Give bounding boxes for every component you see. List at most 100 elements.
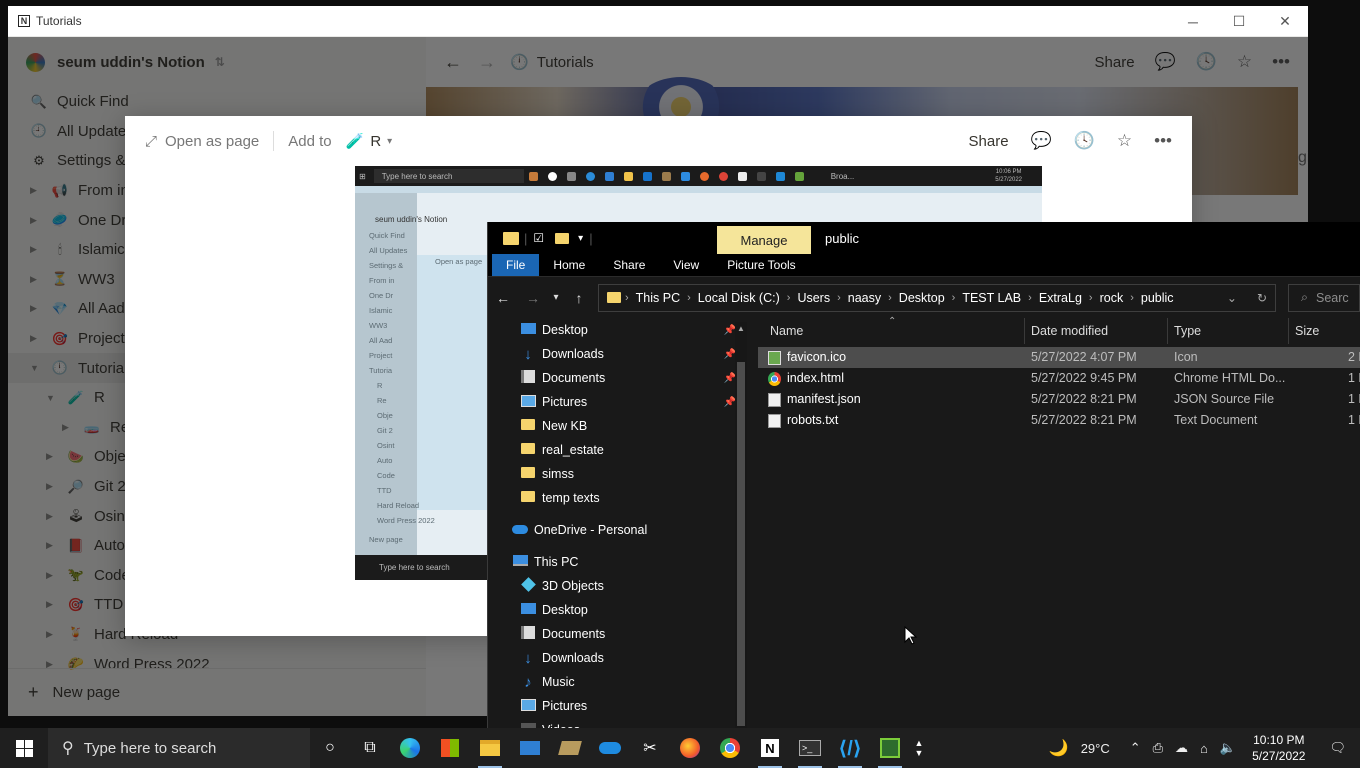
notification-icon[interactable]: 🗨 xyxy=(1315,740,1360,756)
new-page-button[interactable]: + New page xyxy=(8,668,426,716)
nav-item[interactable]: Documents xyxy=(488,622,750,646)
caret-down-icon[interactable]: ▼ xyxy=(46,393,58,403)
search-box[interactable]: ⌕ Searc xyxy=(1288,283,1360,312)
breadcrumb-separator-icon[interactable]: › xyxy=(787,292,791,304)
up-arrow-icon[interactable]: ↑ xyxy=(564,290,594,306)
maximize-button[interactable]: ☐ xyxy=(1216,6,1262,37)
breadcrumb-item[interactable]: ExtraLg xyxy=(1039,291,1082,305)
caret-right-icon[interactable]: ▶ xyxy=(46,540,58,551)
mail-icon[interactable] xyxy=(510,728,550,768)
nav-item[interactable]: temp texts xyxy=(488,486,750,510)
start-button[interactable] xyxy=(0,728,48,768)
caret-right-icon[interactable]: ▶ xyxy=(46,570,58,581)
column-size[interactable]: Size xyxy=(1295,324,1319,338)
breadcrumb-item[interactable]: Users xyxy=(797,291,830,305)
caret-right-icon[interactable]: ▶ xyxy=(30,185,42,196)
close-button[interactable]: ✕ xyxy=(1262,6,1308,37)
nav-item[interactable]: OneDrive - Personal xyxy=(488,518,750,542)
terminal-icon[interactable]: >_ xyxy=(790,728,830,768)
nav-item[interactable]: Desktop 📌 xyxy=(488,318,750,342)
nav-item[interactable]: ↓ Downloads xyxy=(488,646,750,670)
star-icon[interactable]: ☆ xyxy=(1117,131,1132,151)
nav-item[interactable]: real_estate xyxy=(488,438,750,462)
cortana-icon[interactable]: ○ xyxy=(310,728,350,768)
login-link[interactable]: gin xyxy=(1298,149,1308,167)
file-row[interactable]: index.html 5/27/2022 9:45 PM Chrome HTML D… xyxy=(758,368,1360,389)
tab-share[interactable]: Share xyxy=(599,254,659,276)
breadcrumb-item[interactable]: Local Disk (C:) xyxy=(698,291,780,305)
camtasia-icon[interactable] xyxy=(870,728,910,768)
show-hidden-icons-icon[interactable]: ⌃ xyxy=(1124,740,1147,756)
manage-tab[interactable]: Manage xyxy=(717,226,811,254)
scrollbar-thumb[interactable] xyxy=(737,362,745,726)
store-icon[interactable] xyxy=(430,728,470,768)
column-type[interactable]: Type xyxy=(1174,324,1201,338)
quick-find[interactable]: 🔍 Quick Find xyxy=(8,87,426,117)
weather-temp[interactable]: 29°C xyxy=(1075,741,1116,756)
star-icon[interactable]: ☆ xyxy=(1237,52,1252,72)
snip-icon[interactable]: ✂ xyxy=(630,728,670,768)
breadcrumb-item[interactable]: Desktop xyxy=(899,291,945,305)
breadcrumb-separator-icon[interactable]: › xyxy=(952,292,956,304)
file-row[interactable]: manifest.json 5/27/2022 8:21 PM JSON Sourc… xyxy=(758,389,1360,410)
breadcrumb-separator-icon[interactable]: › xyxy=(687,292,691,304)
tab-home[interactable]: Home xyxy=(539,254,599,276)
breadcrumb-item[interactable]: This PC xyxy=(636,291,680,305)
workspace-switcher[interactable]: seum uddin's Notion ⇅ xyxy=(8,37,426,87)
nav-item[interactable]: Desktop xyxy=(488,598,750,622)
caret-right-icon[interactable]: ▶ xyxy=(46,599,58,610)
tab-view[interactable]: View xyxy=(659,254,713,276)
caret-right-icon[interactable]: ▶ xyxy=(46,659,58,670)
breadcrumb-title[interactable]: Tutorials xyxy=(537,54,594,71)
onedrive-tray-icon[interactable]: ☁ xyxy=(1169,740,1194,756)
nav-item[interactable]: New KB xyxy=(488,414,750,438)
caret-right-icon[interactable]: ▶ xyxy=(30,303,42,314)
breadcrumb-separator-icon[interactable]: › xyxy=(625,292,629,304)
add-to-target[interactable]: R xyxy=(370,133,381,150)
column-name[interactable]: Name xyxy=(770,324,803,338)
sidebar-page-item[interactable]: ▶ 🌮 Word Press 2022 xyxy=(8,649,426,679)
properties-icon[interactable]: ☑ xyxy=(533,231,544,245)
breadcrumb-separator-icon[interactable]: › xyxy=(1130,292,1134,304)
breadcrumb-item[interactable]: TEST LAB xyxy=(962,291,1021,305)
onedrive-icon[interactable] xyxy=(590,728,630,768)
refresh-icon[interactable]: ↻ xyxy=(1257,291,1267,305)
breadcrumb-separator-icon[interactable]: › xyxy=(1028,292,1032,304)
navigation-scrollbar[interactable]: ▲ xyxy=(735,322,747,730)
file-row[interactable]: favicon.ico 5/27/2022 4:07 PM Icon 2 KB xyxy=(758,347,1360,368)
taskbar-scroll-icon[interactable]: ▲ ▼ xyxy=(910,728,928,768)
caret-right-icon[interactable]: ▶ xyxy=(30,215,42,226)
peek-share-button[interactable]: Share xyxy=(969,133,1009,150)
column-date-modified[interactable]: Date modified xyxy=(1031,324,1108,338)
breadcrumb-separator-icon[interactable]: › xyxy=(888,292,892,304)
weather-moon-icon[interactable]: 🌙 xyxy=(1043,738,1075,758)
task-view-icon[interactable]: ⧉ xyxy=(350,728,390,768)
notion-icon[interactable]: N xyxy=(750,728,790,768)
recent-locations-icon[interactable]: ▾ xyxy=(548,292,564,303)
nav-item[interactable]: Pictures xyxy=(488,694,750,718)
scroll-up-icon[interactable]: ▲ xyxy=(735,324,747,333)
nav-item[interactable]: 3D Objects xyxy=(488,574,750,598)
caret-right-icon[interactable]: ▶ xyxy=(46,511,58,522)
minimize-button[interactable]: ─ xyxy=(1170,6,1216,37)
book-icon[interactable] xyxy=(550,728,590,768)
breadcrumb-item[interactable]: rock xyxy=(1100,291,1124,305)
clock[interactable]: 10:10 PM 5/27/2022 xyxy=(1242,732,1315,764)
nav-item[interactable]: ↓ Downloads 📌 xyxy=(488,342,750,366)
nav-item[interactable]: This PC xyxy=(488,550,750,574)
tab-picture-tools[interactable]: Picture Tools xyxy=(713,254,809,276)
comment-icon[interactable]: 💬 xyxy=(1155,52,1176,72)
back-arrow-icon[interactable]: ← xyxy=(444,52,462,73)
new-folder-icon[interactable] xyxy=(555,232,570,244)
address-bar[interactable]: › This PC › Local Disk (C:) › Users › naasy › Des… xyxy=(598,283,1276,312)
caret-right-icon[interactable]: ▶ xyxy=(46,481,58,492)
caret-right-icon[interactable]: ▶ xyxy=(30,333,42,344)
caret-right-icon[interactable]: ▶ xyxy=(46,451,58,462)
breadcrumb-item[interactable]: naasy xyxy=(848,291,881,305)
more-icon[interactable]: ••• xyxy=(1272,52,1290,72)
address-dropdown-icon[interactable]: ⌄ xyxy=(1227,291,1237,305)
network-icon[interactable]: ⌂ xyxy=(1194,741,1214,756)
vscode-icon[interactable]: ⟨/⟩ xyxy=(830,728,870,768)
caret-right-icon[interactable]: ▶ xyxy=(30,244,42,255)
history-icon[interactable]: 🕓 xyxy=(1074,131,1095,151)
